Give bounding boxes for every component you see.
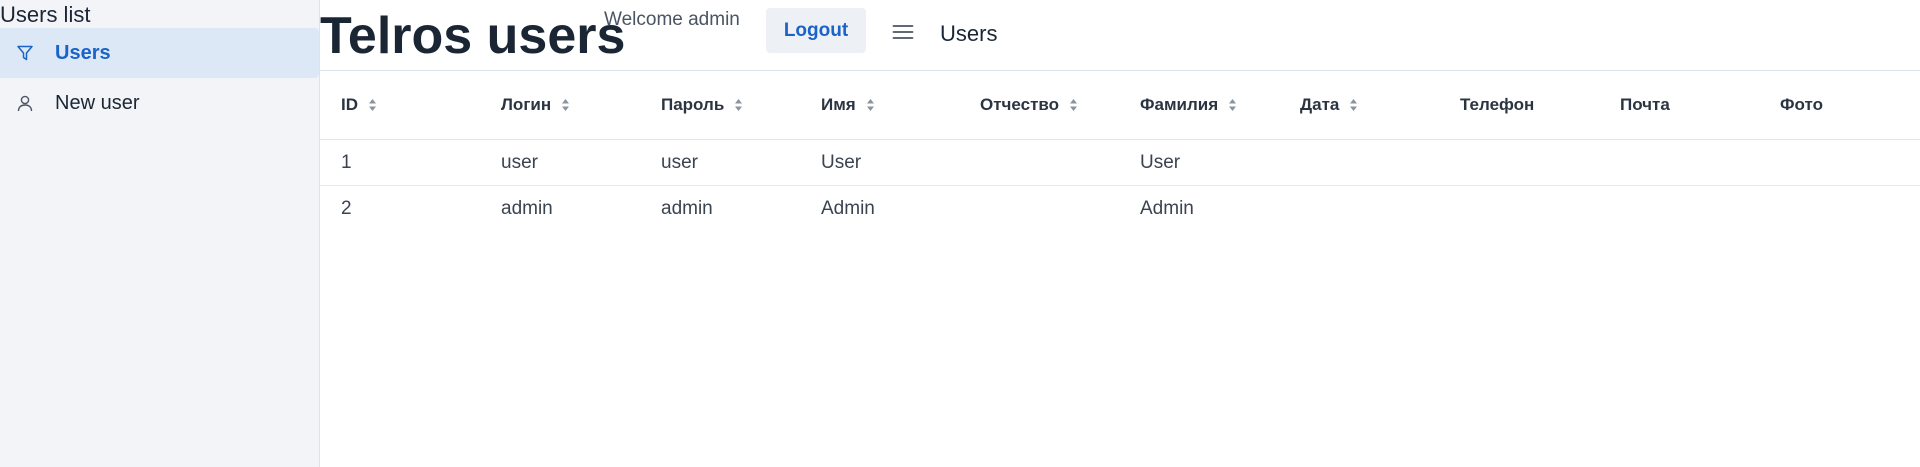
column-header-label: Фамилия <box>1140 95 1219 114</box>
cell-last-name: User <box>1140 151 1181 173</box>
sort-icon <box>1228 98 1237 112</box>
cell-password: admin <box>661 197 713 219</box>
sidebar-item-new-user[interactable]: New user <box>0 78 319 128</box>
page-title: Users <box>940 21 998 46</box>
column-header-id[interactable]: ID <box>341 71 377 139</box>
column-header-label: Пароль <box>661 95 725 114</box>
column-header-label: Отчество <box>980 95 1060 114</box>
column-header-label: Телефон <box>1460 95 1535 114</box>
table-row[interactable]: 1 user user User User <box>320 140 1920 186</box>
sidebar-item-users[interactable]: Users <box>0 28 319 78</box>
hamburger-menu-button[interactable] <box>888 18 918 48</box>
column-header-label: Дата <box>1300 95 1340 114</box>
column-header-password[interactable]: Пароль <box>661 71 743 139</box>
column-header-email: Почта <box>1620 71 1670 139</box>
sort-icon <box>1349 98 1358 112</box>
table-header-row: ID Логин Пароль Имя Отчество Фамилия Дат… <box>320 71 1920 140</box>
table-row[interactable]: 2 admin admin Admin Admin <box>320 186 1920 231</box>
app-root: Users list Users New user Telros users W… <box>0 0 1920 467</box>
sidebar-item-label: New user <box>55 91 140 114</box>
sidebar-item-label: Users <box>55 41 111 64</box>
sort-icon <box>1069 98 1078 112</box>
top-header: Telros users Welcome admin Logout Users <box>320 0 1920 71</box>
column-header-label: Фото <box>1780 95 1823 114</box>
column-header-label: Имя <box>821 95 856 114</box>
cell-id: 2 <box>341 197 352 219</box>
column-header-date[interactable]: Дата <box>1300 71 1358 139</box>
logout-button[interactable]: Logout <box>766 8 866 53</box>
column-header-label: Логин <box>501 95 552 114</box>
cell-login: admin <box>501 197 553 219</box>
column-header-first-name[interactable]: Имя <box>821 71 875 139</box>
sort-icon <box>866 98 875 112</box>
cell-id: 1 <box>341 151 352 173</box>
sort-icon <box>368 98 377 112</box>
cell-first-name: User <box>821 151 862 173</box>
sort-icon <box>561 98 570 112</box>
cell-password: user <box>661 151 698 173</box>
column-header-phone: Телефон <box>1460 71 1534 139</box>
cell-last-name: Admin <box>1140 197 1194 219</box>
welcome-text: Welcome admin <box>604 9 740 30</box>
app-title: Telros users <box>320 7 626 65</box>
cell-first-name: Admin <box>821 197 875 219</box>
sidebar: Users list Users New user <box>0 0 320 467</box>
sort-icon <box>734 98 743 112</box>
filter-icon <box>15 43 35 63</box>
column-header-patronymic[interactable]: Отчество <box>980 71 1078 139</box>
column-header-login[interactable]: Логин <box>501 71 570 139</box>
hamburger-menu-icon <box>892 23 914 44</box>
column-header-photo: Фото <box>1780 71 1823 139</box>
column-header-last-name[interactable]: Фамилия <box>1140 71 1237 139</box>
user-icon <box>15 93 35 113</box>
column-header-label: ID <box>341 95 358 114</box>
column-header-label: Почта <box>1620 95 1670 114</box>
cell-login: user <box>501 151 538 173</box>
sidebar-title: Users list <box>0 2 91 27</box>
users-table: ID Логин Пароль Имя Отчество Фамилия Дат… <box>320 71 1920 231</box>
